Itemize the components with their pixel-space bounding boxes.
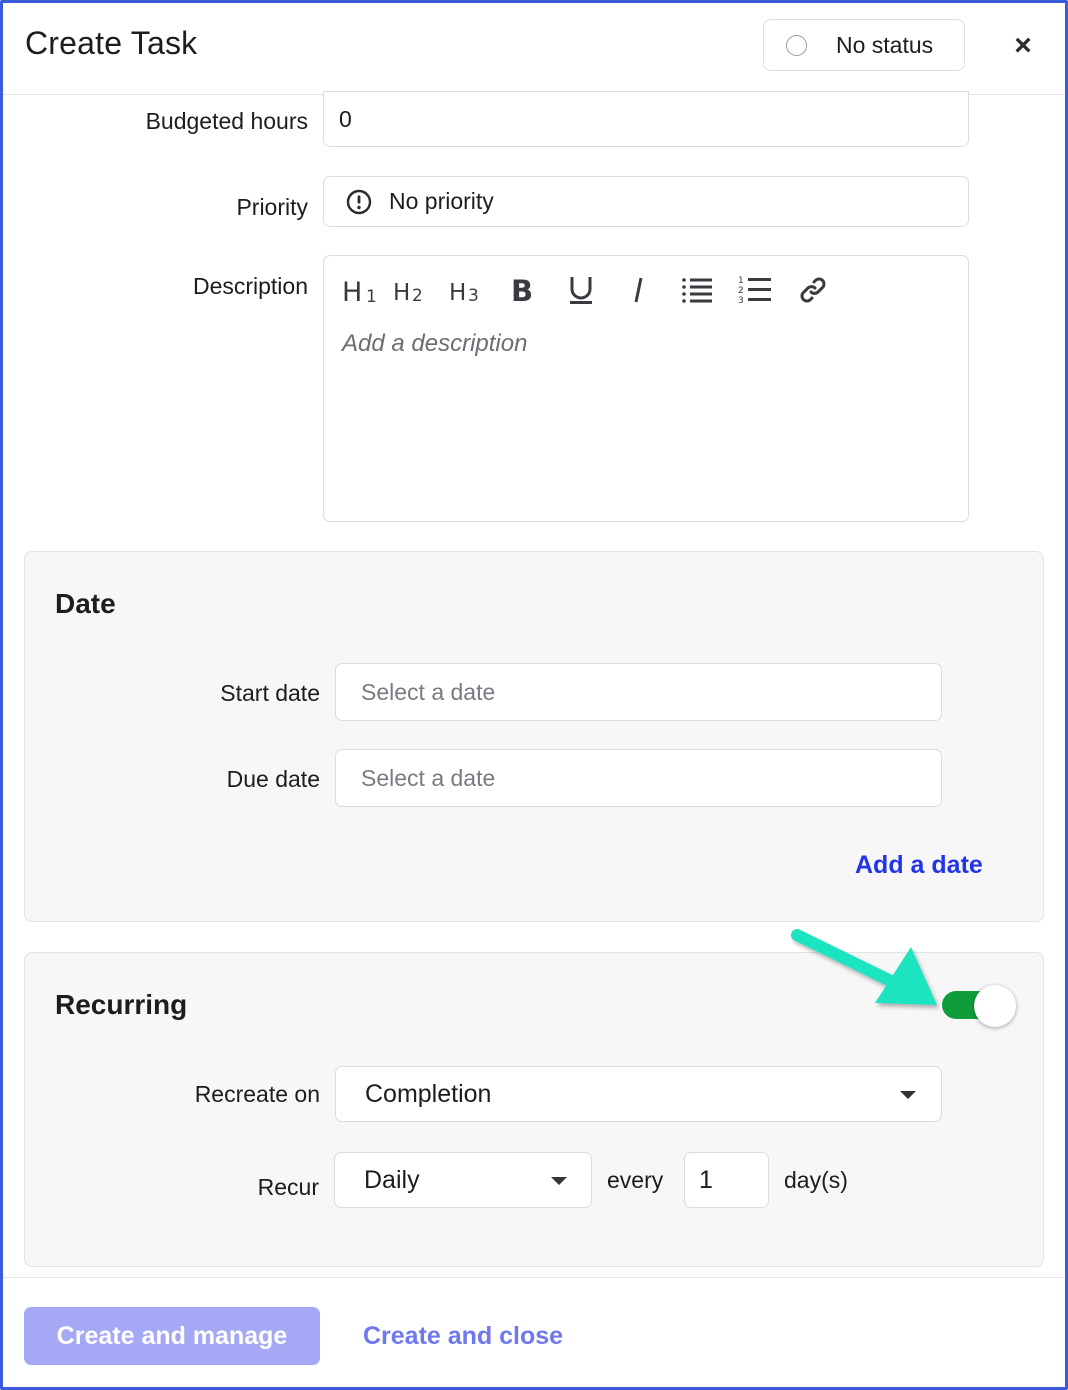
annotation-arrow-icon — [791, 929, 937, 1005]
start-date-input[interactable]: Select a date — [335, 663, 942, 721]
priority-select[interactable]: No priority — [323, 176, 969, 227]
due-date-label: Due date — [226, 766, 320, 792]
every-label: every — [607, 1167, 664, 1193]
svg-text:2: 2 — [412, 286, 423, 305]
svg-text:3: 3 — [468, 286, 479, 305]
recur-frequency-value: Daily — [364, 1166, 420, 1194]
bold-icon[interactable]: B — [494, 270, 552, 310]
numbered-list-icon[interactable]: 123 — [726, 270, 784, 310]
heading-2-icon[interactable]: H2 — [382, 270, 440, 310]
close-button[interactable]: × — [1008, 31, 1038, 61]
start-date-label: Start date — [220, 680, 320, 706]
recur-unit-label: day(s) — [784, 1167, 848, 1193]
recreate-on-value: Completion — [365, 1080, 492, 1108]
bulleted-list-icon[interactable] — [668, 270, 726, 310]
date-section-title: Date — [55, 588, 116, 619]
link-icon[interactable] — [784, 270, 842, 310]
exclamation-circle-icon — [346, 189, 372, 215]
due-date-placeholder: Select a date — [361, 765, 496, 791]
recur-interval-input[interactable]: 1 — [684, 1152, 769, 1208]
heading-1-icon[interactable]: H1 — [338, 270, 382, 310]
recreate-on-select[interactable]: Completion — [335, 1066, 942, 1122]
dialog-footer: Create and manage Create and close — [3, 1277, 1065, 1387]
description-placeholder: Add a description — [342, 330, 528, 357]
toggle-knob — [974, 985, 1016, 1027]
heading-3-icon[interactable]: H3 — [440, 270, 494, 310]
chevron-down-icon — [551, 1177, 567, 1185]
svg-text:B: B — [511, 275, 533, 305]
recurring-section-title: Recurring — [55, 989, 188, 1020]
svg-text:2: 2 — [738, 286, 744, 296]
dialog-header: Create Task No status × — [3, 3, 1065, 95]
chevron-down-icon — [900, 1091, 916, 1099]
status-label: No status — [836, 31, 934, 58]
recreate-on-label: Recreate on — [194, 1081, 320, 1107]
recur-frequency-select[interactable]: Daily — [334, 1152, 592, 1208]
create-and-close-button[interactable]: Create and close — [363, 1322, 563, 1351]
dialog-title: Create Task — [25, 25, 198, 61]
svg-text:H: H — [342, 277, 362, 305]
date-section: Date Start date Select a date Due date S… — [24, 551, 1044, 922]
start-date-placeholder: Select a date — [361, 679, 496, 705]
description-label: Description — [192, 273, 308, 299]
budgeted-hours-label: Budgeted hours — [145, 108, 308, 134]
status-button[interactable]: No status — [763, 19, 965, 71]
recur-label: Recur — [257, 1174, 319, 1200]
svg-text:H: H — [393, 280, 410, 305]
status-circle-icon — [786, 34, 807, 56]
recurring-toggle[interactable] — [942, 985, 1016, 1027]
svg-text:3: 3 — [738, 296, 744, 306]
italic-icon[interactable] — [610, 270, 668, 310]
add-date-link[interactable]: Add a date — [855, 851, 983, 880]
underline-icon[interactable] — [552, 270, 610, 310]
create-task-dialog: Create Task No status × Budgeted hours 0… — [0, 0, 1068, 1390]
create-and-manage-button[interactable]: Create and manage — [24, 1307, 320, 1365]
svg-text:H: H — [449, 280, 466, 305]
budgeted-hours-value: 0 — [339, 106, 352, 132]
priority-value: No priority — [389, 188, 494, 214]
budgeted-hours-input[interactable]: 0 — [323, 91, 969, 147]
description-editor[interactable]: H1 H2 H3 B 123 Add a description — [323, 255, 969, 522]
svg-text:1: 1 — [366, 287, 377, 305]
editor-toolbar: H1 H2 H3 B 123 — [338, 270, 842, 310]
svg-text:1: 1 — [738, 276, 744, 286]
recur-interval-value: 1 — [699, 1166, 713, 1194]
priority-label: Priority — [236, 194, 308, 220]
due-date-input[interactable]: Select a date — [335, 749, 942, 807]
